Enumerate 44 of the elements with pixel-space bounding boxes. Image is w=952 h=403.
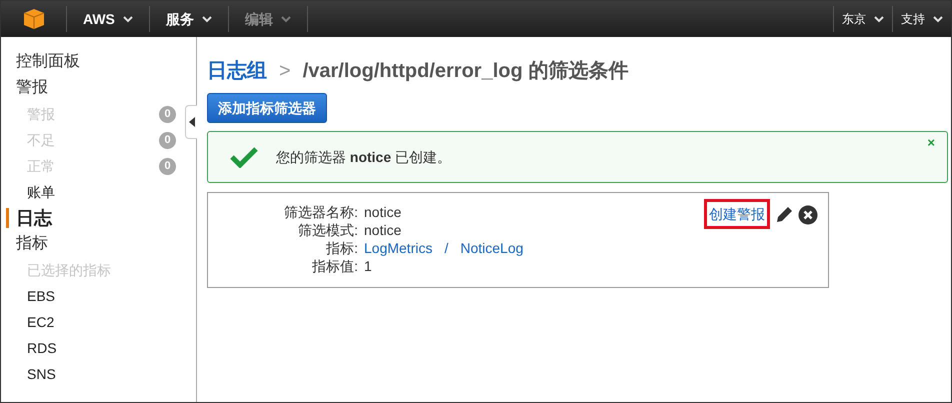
caret-icon <box>874 16 884 22</box>
page-title: /var/log/httpd/error_log 的筛选条件 <box>302 59 628 84</box>
field-value: notice <box>364 221 402 239</box>
create-alarm-link[interactable]: 创建警报 <box>704 199 770 229</box>
path-separator: / <box>444 239 448 257</box>
field-value: notice <box>364 203 402 221</box>
checkmark-icon <box>230 146 258 168</box>
sidebar-item[interactable]: RDS <box>27 338 57 358</box>
nav-menu[interactable]: 东京 <box>833 6 892 32</box>
field-value: 1 <box>364 257 373 275</box>
sidebar-item[interactable]: SNS <box>27 364 56 384</box>
field-label: 筛选模式: <box>297 221 358 239</box>
sidebar-item[interactable]: 警报 <box>16 76 48 100</box>
alert-message: 您的筛选器 notice 已创建。 <box>276 148 452 166</box>
sidebar-item[interactable]: 指标 <box>16 232 48 256</box>
caret-icon <box>280 16 291 22</box>
breadcrumb-separator: > <box>279 59 291 84</box>
metric-link[interactable]: NoticeLog <box>460 239 524 257</box>
nav-menu[interactable]: 服务 <box>150 6 229 32</box>
caret-icon <box>202 16 212 22</box>
nav-menu[interactable]: 支持 <box>892 6 951 32</box>
sidebar-item[interactable]: 账单 <box>27 182 55 202</box>
caret-left-icon <box>188 117 194 127</box>
field-label: 指标: <box>325 239 358 257</box>
caret-icon <box>122 16 133 22</box>
field-label: 筛选器名称: <box>283 203 358 221</box>
field-label: 指标值: <box>311 257 358 275</box>
pencil-icon[interactable] <box>774 205 794 225</box>
count-badge: 0 <box>159 106 176 122</box>
count-badge: 0 <box>159 158 176 174</box>
sidebar-item[interactable]: 控制面板 <box>16 50 80 74</box>
collapse-sidebar-button[interactable] <box>185 105 197 139</box>
sidebar-item[interactable]: 日志 <box>16 204 52 232</box>
selected-marker <box>6 208 9 228</box>
nav-menu[interactable]: AWS <box>67 6 150 32</box>
namespace-link[interactable]: LogMetrics <box>364 239 432 257</box>
breadcrumb-link[interactable]: 日志组 <box>207 56 267 86</box>
caret-icon <box>933 16 943 22</box>
add-filter-button[interactable]: 添加指标筛选器 <box>207 93 327 123</box>
cube-logo-icon[interactable] <box>22 8 44 30</box>
sidebar-item[interactable]: EC2 <box>27 312 54 332</box>
close-circle-icon[interactable] <box>798 205 818 225</box>
sidebar-item[interactable]: EBS <box>27 286 56 306</box>
count-badge: 0 <box>159 132 176 148</box>
